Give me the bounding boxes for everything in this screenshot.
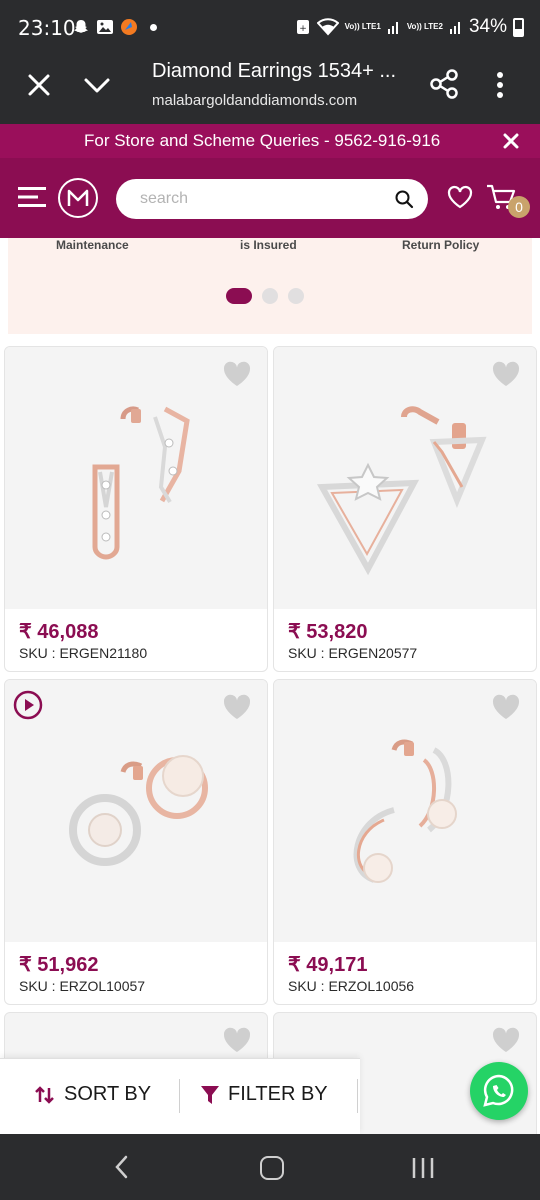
product-price: ₹ 53,820 <box>288 621 368 643</box>
carousel-dot-3[interactable] <box>288 288 304 304</box>
search-icon[interactable] <box>394 189 414 209</box>
product-card[interactable]: ₹ 46,088 SKU : ERGEN21180 <box>4 346 268 672</box>
info-carousel: Maintenance is Insured Return Policy <box>8 238 532 334</box>
brand-logo[interactable] <box>58 178 98 218</box>
app-icon <box>121 19 137 35</box>
heart-icon[interactable] <box>490 359 522 389</box>
site-header: search 0 <box>0 158 540 238</box>
gallery-icon <box>97 20 113 34</box>
divider <box>179 1079 180 1113</box>
status-time: 23:10 <box>18 16 76 40</box>
whatsapp-icon <box>483 1074 514 1107</box>
cart-count-badge: 0 <box>508 196 530 218</box>
close-icon[interactable] <box>502 132 520 150</box>
product-sku: SKU : ERGEN21180 <box>19 645 148 661</box>
search-input[interactable]: search <box>116 179 428 219</box>
filter-icon <box>201 1085 219 1104</box>
promo-banner: For Store and Scheme Queries - 9562-916-… <box>0 124 540 158</box>
carousel-dot-1[interactable] <box>226 288 252 304</box>
wishlist-icon[interactable] <box>446 184 474 210</box>
home-icon[interactable] <box>260 1156 284 1180</box>
close-tab-icon[interactable] <box>24 70 54 100</box>
promo-text: For Store and Scheme Queries - 9562-916-… <box>84 131 441 150</box>
more-notifications-dot <box>150 23 157 31</box>
menu-icon[interactable] <box>18 186 46 208</box>
sort-button[interactable]: SORT BY <box>34 1083 151 1106</box>
search-placeholder: search <box>140 190 189 207</box>
notification-icons <box>72 18 157 36</box>
signal2-icon <box>449 22 460 34</box>
carousel-dots <box>226 288 304 304</box>
play-video-icon[interactable] <box>13 690 43 720</box>
more-options-icon[interactable] <box>494 70 506 100</box>
divider <box>357 1079 358 1113</box>
heart-icon[interactable] <box>490 1025 522 1055</box>
sort-filter-bar: SORT BY FILTER BY <box>0 1058 360 1134</box>
heart-icon[interactable] <box>221 692 253 722</box>
status-right: + Vo)) LTE1 Vo)) LTE2 34% <box>295 16 524 38</box>
page-url[interactable]: malabargoldanddiamonds.com <box>152 92 357 109</box>
heart-icon[interactable] <box>221 359 253 389</box>
signal1-icon <box>387 22 398 34</box>
wifi-icon <box>316 18 339 36</box>
product-card[interactable]: ₹ 53,820 SKU : ERGEN20577 <box>273 346 537 672</box>
network-lte1: Vo)) LTE1 <box>344 22 381 31</box>
carousel-dot-2[interactable] <box>262 288 278 304</box>
sort-label: SORT BY <box>64 1083 152 1105</box>
product-price: ₹ 49,171 <box>288 954 368 976</box>
filter-button[interactable]: FILTER BY <box>200 1083 328 1106</box>
battery-icon <box>513 17 524 37</box>
page-title: Diamond Earrings 1534+ ... <box>152 60 397 82</box>
sort-icon <box>35 1085 54 1104</box>
svg-text:+: + <box>299 24 307 34</box>
product-card[interactable]: ₹ 51,962 SKU : ERZOL10057 <box>4 679 268 1005</box>
status-bar: 23:10 + Vo)) LTE1 Vo)) LTE2 34% <box>0 0 540 56</box>
heart-icon[interactable] <box>490 692 522 722</box>
product-price: ₹ 46,088 <box>19 621 99 643</box>
info-label-maintenance: Maintenance <box>56 238 129 252</box>
product-sku: SKU : ERZOL10057 <box>19 978 146 994</box>
system-nav-bar <box>0 1134 540 1200</box>
info-label-insured: is Insured <box>240 238 297 252</box>
product-card[interactable]: ₹ 49,171 SKU : ERZOL10056 <box>273 679 537 1005</box>
logo-mark-icon <box>67 189 89 206</box>
network-lte2: Vo)) LTE2 <box>406 22 443 31</box>
whatsapp-button[interactable] <box>470 1062 528 1120</box>
filter-label: FILTER BY <box>228 1083 328 1105</box>
product-sku: SKU : ERGEN20577 <box>288 645 418 661</box>
chevron-down-icon[interactable] <box>82 72 112 100</box>
recent-apps-icon[interactable] <box>410 1156 436 1180</box>
heart-icon[interactable] <box>221 1025 253 1055</box>
browser-toolbar: Diamond Earrings 1534+ ... malabargoldan… <box>0 56 540 124</box>
share-icon[interactable] <box>428 68 460 100</box>
battery-percent: 34% <box>468 16 507 37</box>
info-label-return: Return Policy <box>402 238 480 252</box>
product-sku: SKU : ERZOL10056 <box>288 978 415 994</box>
snapchat-icon <box>74 20 88 33</box>
back-icon[interactable] <box>112 1154 132 1180</box>
alarm-icon: + <box>296 20 309 34</box>
product-price: ₹ 51,962 <box>19 954 99 976</box>
